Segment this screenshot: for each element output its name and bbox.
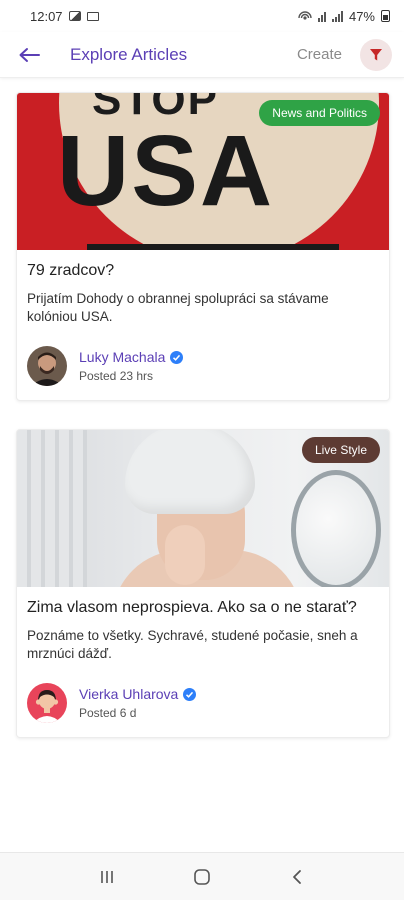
article-image[interactable]: Live Style xyxy=(17,430,389,587)
article-title[interactable]: Zima vlasom neprospieva. Ako sa o ne sta… xyxy=(27,599,379,617)
recents-icon xyxy=(101,870,114,883)
status-bar: 12:07 47% xyxy=(0,0,404,32)
wifi-signal-icon xyxy=(317,11,326,22)
author-name[interactable]: Vierka Uhlarova xyxy=(79,686,178,702)
status-left: 12:07 xyxy=(30,9,99,24)
gallery-icon xyxy=(68,11,81,21)
author-photo xyxy=(27,346,67,386)
image-mirror xyxy=(291,470,381,587)
system-nav-bar xyxy=(0,852,404,900)
avatar[interactable] xyxy=(27,683,67,723)
back-button[interactable] xyxy=(16,42,42,68)
article-excerpt: Poznáme to všetky. Sychravé, studené poč… xyxy=(27,628,358,661)
author-name-row: Vierka Uhlarova xyxy=(79,686,197,702)
home-button[interactable] xyxy=(187,862,217,892)
filter-icon xyxy=(370,48,382,60)
screen-icon xyxy=(86,11,99,21)
article-image[interactable]: STOP USA News and Politics xyxy=(17,93,389,250)
app-header: Explore Articles Create xyxy=(0,32,404,78)
author-name[interactable]: Luky Machala xyxy=(79,349,165,365)
author-name-row: Luky Machala xyxy=(79,349,184,365)
author-row[interactable]: Luky Machala Posted 23 hrs xyxy=(27,346,379,386)
create-button[interactable]: Create xyxy=(297,46,342,63)
image-text: USA xyxy=(57,115,275,227)
cell-signal-icon xyxy=(331,10,343,22)
battery-percent: 47% xyxy=(348,8,375,24)
filter-button[interactable] xyxy=(360,38,392,71)
author-row[interactable]: Vierka Uhlarova Posted 6 d xyxy=(27,683,379,723)
author-info: Luky Machala Posted 23 hrs xyxy=(79,349,184,383)
verified-check-icon xyxy=(183,687,197,701)
article-card[interactable]: Live Style Zima vlasom neprospieva. Ako … xyxy=(16,429,390,738)
nav-back-button[interactable] xyxy=(282,862,312,892)
arrow-left-icon xyxy=(19,47,40,62)
status-right: 47% xyxy=(298,9,390,24)
article-card[interactable]: STOP USA News and Politics 79 zradcov? P… xyxy=(16,92,390,401)
image-towel xyxy=(125,430,255,514)
home-icon xyxy=(194,868,210,885)
status-time: 12:07 xyxy=(30,8,63,24)
page-title: Explore Articles xyxy=(70,44,188,64)
author-info: Vierka Uhlarova Posted 6 d xyxy=(79,686,197,720)
article-excerpt: Prijatím Dohody o obrannej spolupráci sa… xyxy=(27,291,329,324)
posted-time: Posted 6 d xyxy=(79,706,137,720)
author-avatar-illustration xyxy=(27,683,67,723)
article-title[interactable]: 79 zradcov? xyxy=(27,262,379,280)
image-hand xyxy=(165,525,205,585)
posted-time: Posted 23 hrs xyxy=(79,369,154,383)
verified-check-icon xyxy=(170,350,184,364)
image-underline xyxy=(87,244,339,250)
chevron-left-icon xyxy=(292,869,301,884)
card-body: 79 zradcov? Prijatím Dohody o obrannej s… xyxy=(17,250,389,400)
category-badge[interactable]: Live Style xyxy=(301,437,380,463)
article-feed: STOP USA News and Politics 79 zradcov? P… xyxy=(0,78,404,738)
battery-icon xyxy=(381,10,390,22)
hotspot-icon xyxy=(298,11,312,20)
category-badge[interactable]: News and Politics xyxy=(259,100,380,126)
recents-button[interactable] xyxy=(92,862,122,892)
avatar[interactable] xyxy=(27,346,67,386)
card-body: Zima vlasom neprospieva. Ako sa o ne sta… xyxy=(17,587,389,737)
image-curtain xyxy=(17,430,87,587)
